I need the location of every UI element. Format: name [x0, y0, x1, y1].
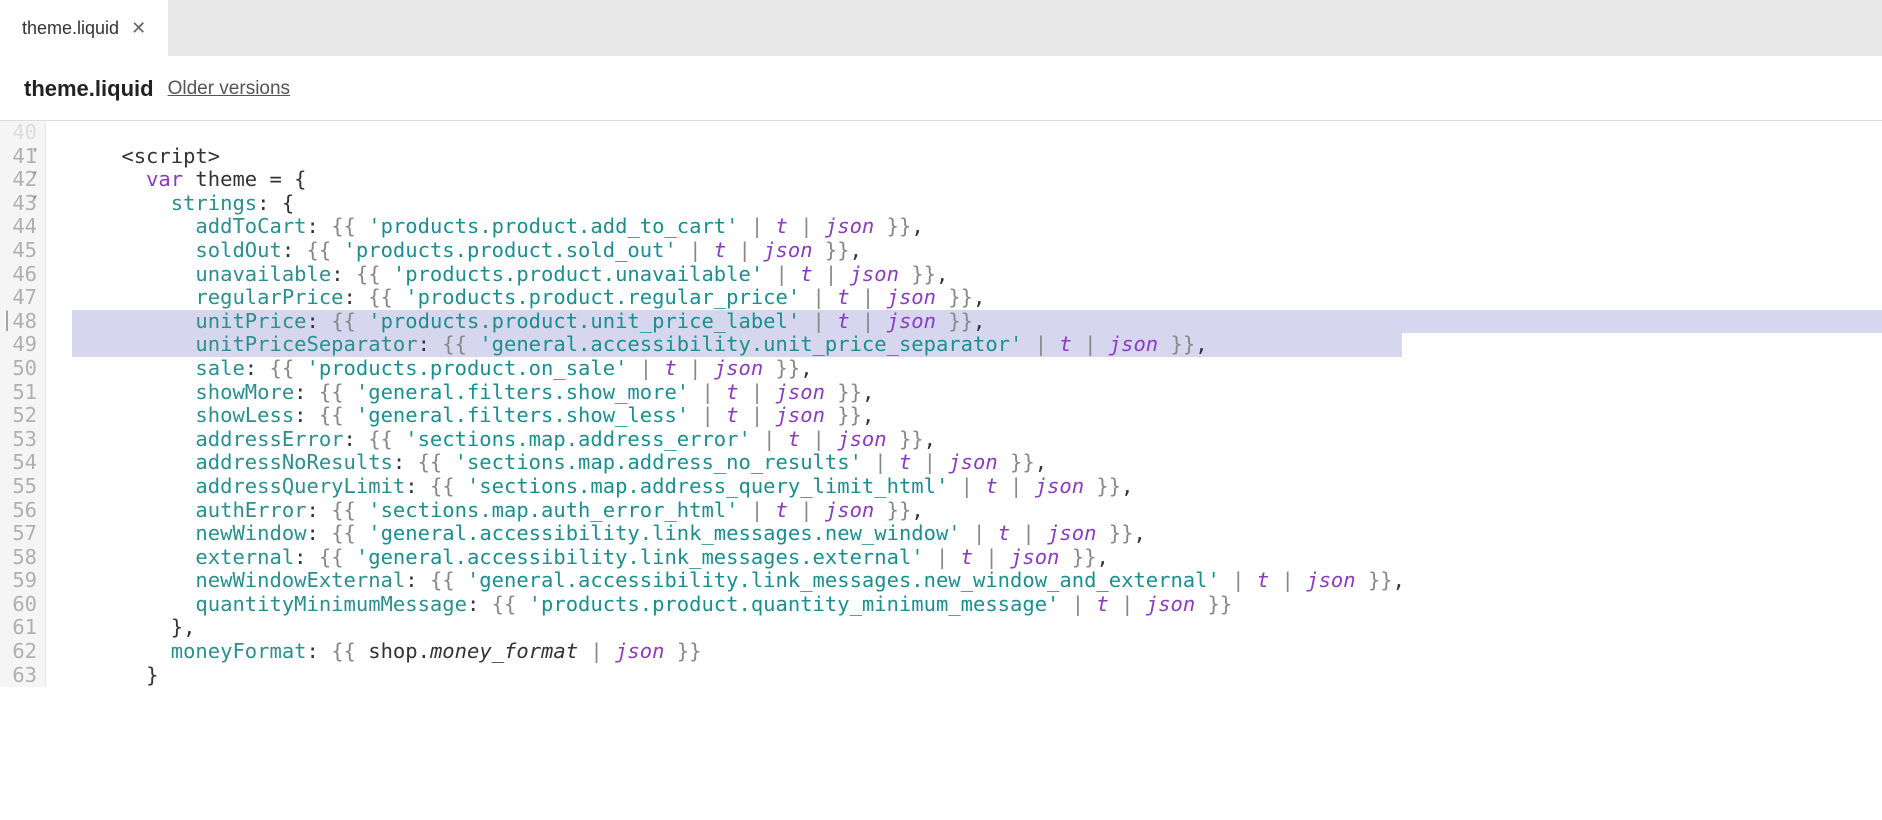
line-content: newWindowExternal: {{ 'general.accessibi… — [72, 568, 1405, 592]
gutter-line: 58 — [4, 546, 37, 570]
gutter-line: 53 — [4, 428, 37, 452]
line-content: }, — [72, 615, 195, 639]
code-line[interactable]: sale: {{ 'products.product.on_sale' | t … — [72, 357, 1882, 381]
line-content: moneyFormat: {{ shop.money_format | json… — [72, 639, 702, 663]
line-content: showLess: {{ 'general.filters.show_less'… — [72, 403, 874, 427]
file-title: theme.liquid — [24, 76, 154, 102]
code-line[interactable]: } — [72, 664, 1882, 688]
line-content: quantityMinimumMessage: {{ 'products.pro… — [72, 592, 1232, 616]
code-line[interactable]: addressQueryLimit: {{ 'sections.map.addr… — [72, 475, 1882, 499]
gutter-line: 56 — [4, 499, 37, 523]
code-line[interactable]: strings: { — [72, 192, 1882, 216]
tab-bar: theme.liquid ✕ — [0, 0, 1882, 56]
line-content: addressError: {{ 'sections.map.address_e… — [72, 427, 936, 451]
tab-active[interactable]: theme.liquid ✕ — [0, 0, 168, 56]
line-content: unitPrice: {{ 'products.product.unit_pri… — [72, 309, 985, 333]
gutter-line: 60 — [4, 593, 37, 617]
file-header: theme.liquid Older versions — [0, 56, 1882, 121]
code-line[interactable]: quantityMinimumMessage: {{ 'products.pro… — [72, 593, 1882, 617]
code-line[interactable]: unavailable: {{ 'products.product.unavai… — [72, 263, 1882, 287]
code-editor[interactable]: 4041▾42▾43▾4445464748|495051525354555657… — [0, 121, 1882, 687]
line-content: showMore: {{ 'general.filters.show_more'… — [72, 380, 874, 404]
gutter-line: 46 — [4, 263, 37, 287]
fold-icon[interactable]: ▾ — [32, 145, 38, 157]
line-content: regularPrice: {{ 'products.product.regul… — [72, 285, 985, 309]
line-content: <script> — [72, 144, 220, 168]
gutter-line: 49 — [4, 333, 37, 357]
code-line[interactable]: }, — [72, 616, 1882, 640]
line-content: addToCart: {{ 'products.product.add_to_c… — [72, 214, 924, 238]
code-line[interactable]: unitPriceSeparator: {{ 'general.accessib… — [72, 333, 1882, 357]
fold-icon[interactable]: ▾ — [32, 192, 38, 204]
gutter-line: 42▾ — [4, 168, 37, 192]
code-line[interactable]: showMore: {{ 'general.filters.show_more'… — [72, 381, 1882, 405]
gutter-line: 55 — [4, 475, 37, 499]
gutter-line: 44 — [4, 215, 37, 239]
code-line[interactable]: external: {{ 'general.accessibility.link… — [72, 546, 1882, 570]
code-line[interactable]: regularPrice: {{ 'products.product.regul… — [72, 286, 1882, 310]
code-line[interactable]: showLess: {{ 'general.filters.show_less'… — [72, 404, 1882, 428]
code-line[interactable]: newWindowExternal: {{ 'general.accessibi… — [72, 569, 1882, 593]
code-line[interactable]: newWindow: {{ 'general.accessibility.lin… — [72, 522, 1882, 546]
line-content: strings: { — [72, 191, 294, 215]
code-line[interactable]: <script> — [72, 145, 1882, 169]
line-content: soldOut: {{ 'products.product.sold_out' … — [72, 238, 862, 262]
older-versions-link[interactable]: Older versions — [168, 78, 291, 100]
gutter-line: 61 — [4, 616, 37, 640]
gutter-line: 43▾ — [4, 192, 37, 216]
gutter-line: 45 — [4, 239, 37, 263]
line-gutter: 4041▾42▾43▾4445464748|495051525354555657… — [0, 121, 46, 687]
line-content: unitPriceSeparator: {{ 'general.accessib… — [72, 332, 1208, 356]
code-line[interactable]: addToCart: {{ 'products.product.add_to_c… — [72, 215, 1882, 239]
gutter-line: 48| — [4, 310, 37, 334]
code-line[interactable]: addressError: {{ 'sections.map.address_e… — [72, 428, 1882, 452]
code-line[interactable]: moneyFormat: {{ shop.money_format | json… — [72, 640, 1882, 664]
gutter-line: 63 — [4, 664, 37, 688]
code-line[interactable]: var theme = { — [72, 168, 1882, 192]
breakpoint-marker[interactable]: | — [1, 308, 13, 331]
line-content: external: {{ 'general.accessibility.link… — [72, 545, 1109, 569]
code-line[interactable] — [72, 121, 1882, 145]
line-content: unavailable: {{ 'products.product.unavai… — [72, 262, 948, 286]
gutter-line: 40 — [4, 121, 37, 145]
gutter-line: 54 — [4, 451, 37, 475]
close-icon[interactable]: ✕ — [131, 18, 146, 39]
gutter-line: 50 — [4, 357, 37, 381]
fold-icon[interactable]: ▾ — [32, 168, 38, 180]
gutter-line: 51 — [4, 381, 37, 405]
line-content: authError: {{ 'sections.map.auth_error_h… — [72, 498, 924, 522]
code-area[interactable]: <script> var theme = { strings: { addToC… — [46, 121, 1882, 687]
line-content: sale: {{ 'products.product.on_sale' | t … — [72, 356, 813, 380]
line-content: addressNoResults: {{ 'sections.map.addre… — [72, 450, 1047, 474]
code-line[interactable]: unitPrice: {{ 'products.product.unit_pri… — [72, 310, 1882, 334]
gutter-line: 59 — [4, 569, 37, 593]
gutter-line: 52 — [4, 404, 37, 428]
code-line[interactable]: authError: {{ 'sections.map.auth_error_h… — [72, 499, 1882, 523]
line-content: newWindow: {{ 'general.accessibility.lin… — [72, 521, 1146, 545]
code-line[interactable]: soldOut: {{ 'products.product.sold_out' … — [72, 239, 1882, 263]
line-content: addressQueryLimit: {{ 'sections.map.addr… — [72, 474, 1133, 498]
tab-label: theme.liquid — [22, 18, 119, 39]
line-content: var theme = { — [72, 167, 307, 191]
code-line[interactable]: addressNoResults: {{ 'sections.map.addre… — [72, 451, 1882, 475]
gutter-line: 62 — [4, 640, 37, 664]
gutter-line: 57 — [4, 522, 37, 546]
line-content: } — [72, 663, 158, 687]
gutter-line: 41▾ — [4, 145, 37, 169]
